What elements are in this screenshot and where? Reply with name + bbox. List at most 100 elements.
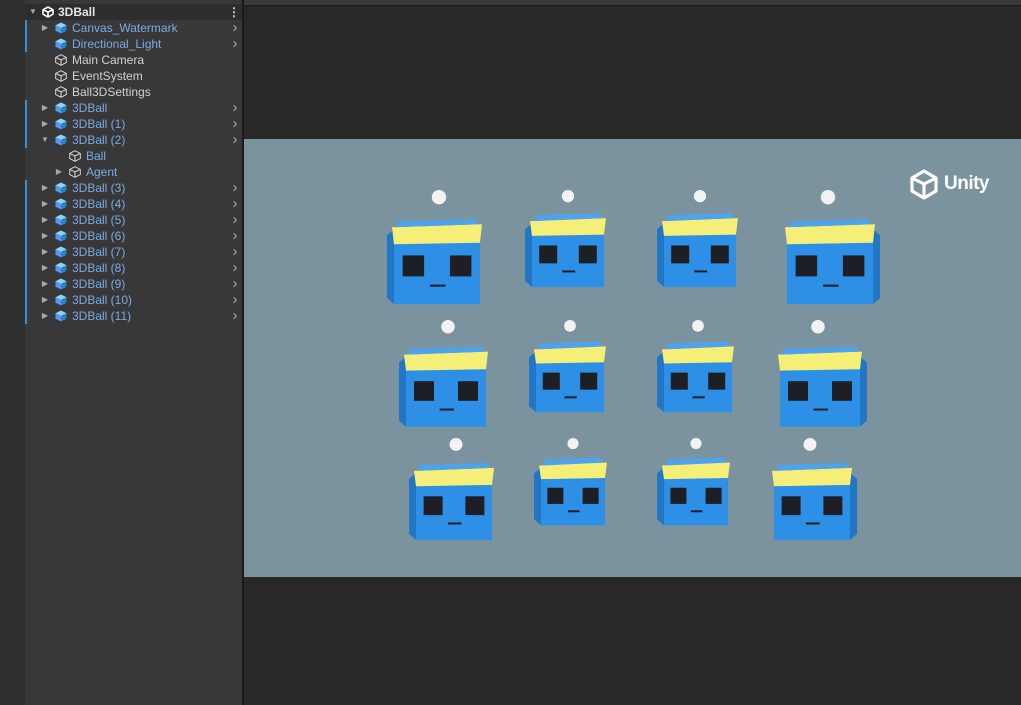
mouth	[805, 522, 820, 525]
kebab-menu-icon[interactable]: ⋮	[228, 4, 240, 20]
hierarchy-item[interactable]: ▶ 3DBall (11) ›	[25, 308, 242, 324]
cube-side	[849, 472, 857, 540]
foldout-collapsed-icon[interactable]: ▶	[40, 212, 50, 228]
foldout-collapsed-icon[interactable]: ▶	[40, 100, 50, 116]
left-eye	[670, 487, 687, 504]
hierarchy-item[interactable]: EventSystem	[25, 68, 242, 84]
game-view[interactable]: Unity	[244, 139, 1021, 577]
ball	[449, 437, 463, 451]
foldout-expanded-icon[interactable]: ▼	[40, 132, 50, 148]
mouth	[690, 510, 703, 513]
hierarchy-item[interactable]: ▶ 3DBall (3) ›	[25, 180, 242, 196]
open-prefab-chevron-icon[interactable]: ›	[230, 260, 240, 276]
hierarchy-item[interactable]: ▶ 3DBall ›	[25, 100, 242, 116]
open-prefab-chevron-icon[interactable]: ›	[230, 180, 240, 196]
prefab-cube-icon	[55, 294, 67, 306]
ball	[561, 189, 575, 203]
prefab-override-bar	[25, 180, 27, 196]
agent-cube	[534, 437, 607, 526]
left-eye	[670, 372, 688, 390]
open-prefab-chevron-icon[interactable]: ›	[230, 36, 240, 52]
open-prefab-chevron-icon[interactable]: ›	[230, 196, 240, 212]
hierarchy-item-label: 3DBall	[72, 101, 108, 115]
foldout-expanded-icon[interactable]: ▼	[28, 4, 38, 20]
ball	[692, 319, 704, 332]
cube-side	[859, 356, 867, 427]
open-prefab-chevron-icon[interactable]: ›	[230, 212, 240, 228]
hierarchy-root-scene[interactable]: ▼ 3DBall ⋮	[25, 4, 242, 20]
hierarchy-item[interactable]: Directional_Light ›	[25, 36, 242, 52]
hierarchy-item[interactable]: ▶ 3DBall (8) ›	[25, 260, 242, 276]
hierarchy-item[interactable]: ▶ 3DBall (10) ›	[25, 292, 242, 308]
ball	[441, 319, 455, 334]
open-prefab-chevron-icon[interactable]: ›	[230, 244, 240, 260]
open-prefab-chevron-icon[interactable]: ›	[230, 308, 240, 324]
mouth	[447, 522, 462, 525]
prefab-cube-icon	[55, 102, 67, 114]
cube-side	[399, 356, 407, 427]
hierarchy-item-label: 3DBall (5)	[72, 213, 126, 227]
hierarchy-item[interactable]: ▶ 3DBall (7) ›	[25, 244, 242, 260]
hierarchy-item-label: 3DBall (8)	[72, 261, 126, 275]
game-view-toolbar	[244, 0, 1021, 6]
right-eye	[831, 381, 852, 401]
left-eye	[781, 496, 801, 516]
hierarchy-item[interactable]: ▶ Agent	[25, 164, 242, 180]
foldout-collapsed-icon[interactable]: ▶	[40, 292, 50, 308]
gameobject-cube-icon	[69, 166, 81, 178]
open-prefab-chevron-icon[interactable]: ›	[230, 20, 240, 36]
ball	[693, 189, 707, 203]
prefab-cube-icon	[55, 246, 67, 258]
foldout-collapsed-icon[interactable]: ▶	[40, 308, 50, 324]
hierarchy-item[interactable]: ▶ 3DBall (1) ›	[25, 116, 242, 132]
unity-watermark: Unity	[909, 168, 990, 200]
prefab-cube-icon	[55, 198, 67, 210]
open-prefab-chevron-icon[interactable]: ›	[230, 228, 240, 244]
mouth	[692, 396, 705, 399]
foldout-collapsed-icon[interactable]: ▶	[40, 244, 50, 260]
open-prefab-chevron-icon[interactable]: ›	[230, 100, 240, 116]
prefab-override-bar	[25, 212, 27, 228]
prefab-cube-icon	[55, 182, 67, 194]
foldout-collapsed-icon[interactable]: ▶	[40, 196, 50, 212]
mouth	[562, 270, 576, 273]
headband	[392, 224, 482, 245]
prefab-override-bar	[25, 260, 27, 276]
foldout-collapsed-icon[interactable]: ▶	[40, 116, 50, 132]
hierarchy-item[interactable]: ▶ 3DBall (6) ›	[25, 228, 242, 244]
open-prefab-chevron-icon[interactable]: ›	[230, 276, 240, 292]
gameobject-cube-icon	[55, 86, 67, 98]
foldout-collapsed-icon[interactable]: ▶	[54, 164, 64, 180]
right-eye	[578, 245, 597, 264]
foldout-collapsed-icon[interactable]: ▶	[40, 276, 50, 292]
hierarchy-item[interactable]: Ball3DSettings	[25, 84, 242, 100]
foldout-collapsed-icon[interactable]: ▶	[40, 228, 50, 244]
open-prefab-chevron-icon[interactable]: ›	[230, 116, 240, 132]
ball	[690, 437, 702, 450]
right-eye	[708, 372, 726, 390]
foldout-collapsed-icon[interactable]: ▶	[40, 260, 50, 276]
hierarchy-item[interactable]: Ball	[25, 148, 242, 164]
foldout-collapsed-icon[interactable]: ▶	[40, 20, 50, 36]
headband	[404, 351, 488, 371]
hierarchy-item-label: Agent	[86, 165, 118, 179]
hierarchy-item-label: Main Camera	[72, 53, 145, 67]
hierarchy-item[interactable]: ▶ Canvas_Watermark ›	[25, 20, 242, 36]
cube-side	[409, 472, 417, 540]
hierarchy-item[interactable]: Main Camera	[25, 52, 242, 68]
ball	[811, 319, 825, 334]
prefab-override-bar	[25, 196, 27, 212]
hierarchy-item[interactable]: ▶ 3DBall (9) ›	[25, 276, 242, 292]
open-prefab-chevron-icon[interactable]: ›	[230, 292, 240, 308]
hierarchy-item[interactable]: ▶ 3DBall (4) ›	[25, 196, 242, 212]
open-prefab-chevron-icon[interactable]: ›	[230, 132, 240, 148]
headband	[414, 467, 494, 487]
foldout-collapsed-icon[interactable]: ▶	[40, 180, 50, 196]
hierarchy-item-label: EventSystem	[72, 69, 143, 83]
agent-cube	[657, 189, 738, 288]
hierarchy-item[interactable]: ▼ 3DBall (2) ›	[25, 132, 242, 148]
ball	[431, 189, 447, 205]
mouth	[430, 284, 446, 287]
hierarchy-item-label: 3DBall (10)	[72, 293, 133, 307]
hierarchy-item[interactable]: ▶ 3DBall (5) ›	[25, 212, 242, 228]
